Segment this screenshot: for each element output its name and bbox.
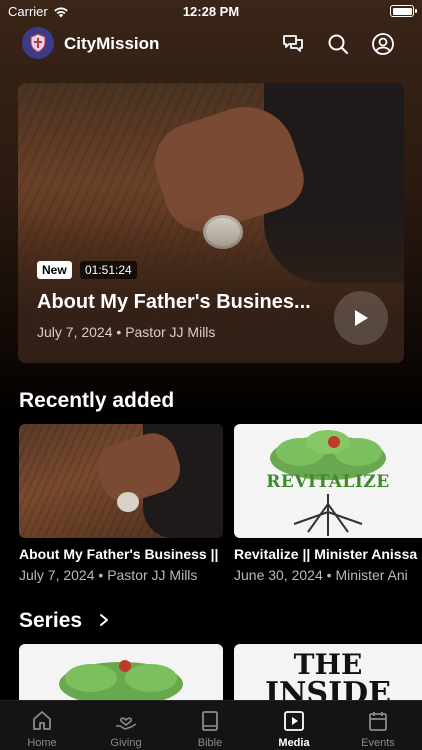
featured-date: July 7, 2024 (37, 324, 113, 340)
tab-giving-label: Giving (110, 737, 142, 749)
chat-icon[interactable] (281, 32, 305, 56)
new-badge: New (37, 261, 72, 279)
featured-meta: July 7, 2024 • Pastor JJ Mills (37, 324, 215, 340)
bottom-tab-bar: Home Giving Bible Media Events (0, 700, 422, 750)
recently-added-heading: Recently added (19, 389, 175, 412)
bible-icon (202, 711, 218, 731)
thumb-watch (117, 492, 139, 512)
recent-card-2-author: Minister Ani (335, 567, 408, 583)
tab-events-label: Events (361, 737, 395, 749)
battery-icon (390, 5, 417, 17)
tab-bible[interactable]: Bible (168, 701, 252, 750)
recent-card-1-thumbnail[interactable] (19, 424, 223, 538)
featured-author: Pastor JJ Mills (125, 324, 216, 340)
recent-card-2-title[interactable]: Revitalize || Minister Anissa (234, 546, 422, 562)
search-icon[interactable] (326, 32, 350, 56)
tab-home-label: Home (27, 737, 57, 749)
tree-illustration (59, 660, 183, 700)
media-icon (284, 711, 304, 731)
app-title: CityMission (64, 34, 160, 53)
status-bar: Carrier 12:28 PM (0, 0, 422, 24)
featured-sermon-card[interactable]: New 01:51:24 About My Father's Busines..… (18, 83, 404, 363)
meta-separator: • (116, 324, 126, 340)
featured-title: About My Father's Busines... (37, 291, 311, 313)
recent-card-2-date: June 30, 2024 (234, 567, 323, 583)
recent-card-2-meta: June 30, 2024 • Minister Ani (234, 567, 422, 583)
play-button[interactable] (334, 291, 388, 345)
app-header: CityMission (0, 26, 422, 62)
tab-bible-label: Bible (197, 737, 223, 749)
recent-card-1-title[interactable]: About My Father's Business || (19, 546, 223, 562)
chevron-right-icon[interactable] (98, 613, 110, 627)
series-heading[interactable]: Series (19, 609, 82, 633)
duration-badge: 01:51:24 (80, 261, 137, 279)
recent-card-1-meta: July 7, 2024 • Pastor JJ Mills (19, 567, 223, 583)
profile-icon[interactable] (371, 32, 395, 56)
shield-logo-icon (30, 33, 46, 53)
tab-events[interactable]: Events (336, 701, 420, 750)
series-card-2-art-line2: INSIDE (264, 676, 392, 700)
tab-home[interactable]: Home (0, 701, 84, 750)
status-time: 12:28 PM (182, 4, 240, 19)
recent-card-1-author: Pastor JJ Mills (107, 567, 198, 583)
church-logo[interactable] (22, 27, 54, 59)
series-card-1-thumbnail[interactable] (19, 644, 223, 700)
events-icon (369, 712, 387, 731)
tab-giving[interactable]: Giving (84, 701, 168, 750)
tab-media[interactable]: Media (252, 701, 336, 750)
meta-separator: • (98, 567, 108, 583)
play-icon (355, 310, 368, 326)
series-card-2-thumbnail[interactable]: THE INSIDE (234, 644, 422, 700)
recent-card-1-date: July 7, 2024 (19, 567, 95, 583)
home-icon (33, 711, 51, 730)
giving-icon (116, 717, 137, 730)
recent-card-2-thumbnail[interactable]: REVITALIZE (234, 424, 422, 538)
tab-media-label: Media (278, 737, 310, 749)
revitalize-title-art: REVITALIZE (266, 472, 390, 492)
